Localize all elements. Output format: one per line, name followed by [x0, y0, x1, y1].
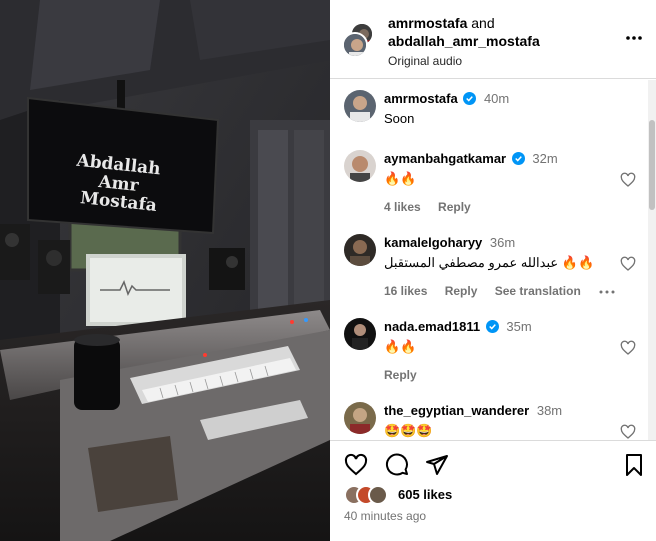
comment-user[interactable]: nada.emad1811 [384, 319, 480, 334]
post-panel: amrmostafa and abdallah_amr_mostafa Orig… [330, 0, 656, 541]
likes-count[interactable]: 605 likes [398, 487, 452, 502]
post-header: amrmostafa and abdallah_amr_mostafa Orig… [330, 0, 656, 79]
save-icon[interactable] [622, 453, 646, 477]
header-and: and [471, 15, 495, 31]
action-bar: 605 likes 40 minutes ago [330, 440, 656, 541]
comment-likes[interactable]: 4 likes [384, 200, 421, 214]
avatar[interactable] [344, 234, 376, 266]
studio-photo: Abdallah Amr Mostafa [0, 0, 330, 541]
heart-icon[interactable] [620, 424, 636, 440]
reply-button[interactable]: Reply [445, 284, 478, 298]
comment-icon[interactable] [385, 453, 409, 477]
heart-icon[interactable] [620, 172, 636, 188]
header-avatars[interactable] [342, 22, 378, 58]
comment-text: 🔥🔥 [384, 171, 417, 186]
scrollbar-thumb[interactable] [649, 120, 655, 210]
header-user-2[interactable]: abdallah_amr_mostafa [388, 32, 540, 50]
comment-time[interactable]: 40m [484, 91, 509, 106]
comment-text: 🔥🔥 [384, 339, 417, 354]
comment-text: Soon [384, 111, 415, 126]
avatar[interactable] [344, 318, 376, 350]
comment-user[interactable]: the_egyptian_wanderer [384, 403, 529, 418]
reply-button[interactable]: Reply [384, 368, 417, 382]
comments-list: amrmostafa 40m Soon aymanbahgatkamar 32m… [330, 80, 656, 440]
reply-button[interactable]: Reply [438, 200, 471, 214]
heart-icon[interactable] [620, 256, 636, 272]
post-time[interactable]: 40 minutes ago [344, 509, 426, 523]
avatar[interactable] [344, 90, 376, 122]
comment-user[interactable]: aymanbahgatkamar [384, 151, 506, 166]
comment-time[interactable]: 32m [532, 151, 557, 166]
original-audio-link[interactable]: Original audio [388, 52, 540, 70]
more-icon[interactable] [624, 28, 644, 48]
avatar[interactable] [344, 402, 376, 434]
comment-time[interactable]: 35m [506, 319, 531, 334]
see-translation-button[interactable]: See translation [495, 284, 581, 298]
comment-user[interactable]: amrmostafa [384, 91, 458, 106]
comment-more-icon[interactable] [598, 289, 616, 295]
heart-icon[interactable] [344, 453, 368, 477]
share-icon[interactable] [425, 453, 449, 477]
verified-icon [511, 152, 525, 165]
avatar [342, 32, 368, 58]
comment-time[interactable]: 36m [490, 235, 515, 250]
comment-likes[interactable]: 16 likes [384, 284, 427, 298]
scrollbar[interactable] [648, 80, 656, 440]
avatar [368, 485, 388, 505]
verified-icon [485, 320, 499, 333]
comment-time[interactable]: 38m [537, 403, 562, 418]
header-text: amrmostafa and abdallah_amr_mostafa Orig… [388, 14, 540, 70]
comment-text: 🤩🤩🤩 [384, 423, 433, 438]
avatar[interactable] [344, 150, 376, 182]
post-media[interactable]: Abdallah Amr Mostafa [0, 0, 330, 541]
verified-icon [463, 92, 477, 105]
comment-text: عبدالله عمرو مصطفي المستقبل 🔥🔥 [384, 255, 595, 270]
header-user-1[interactable]: amrmostafa [388, 15, 467, 31]
comment-user[interactable]: kamalelgoharyy [384, 235, 482, 250]
heart-icon[interactable] [620, 340, 636, 356]
